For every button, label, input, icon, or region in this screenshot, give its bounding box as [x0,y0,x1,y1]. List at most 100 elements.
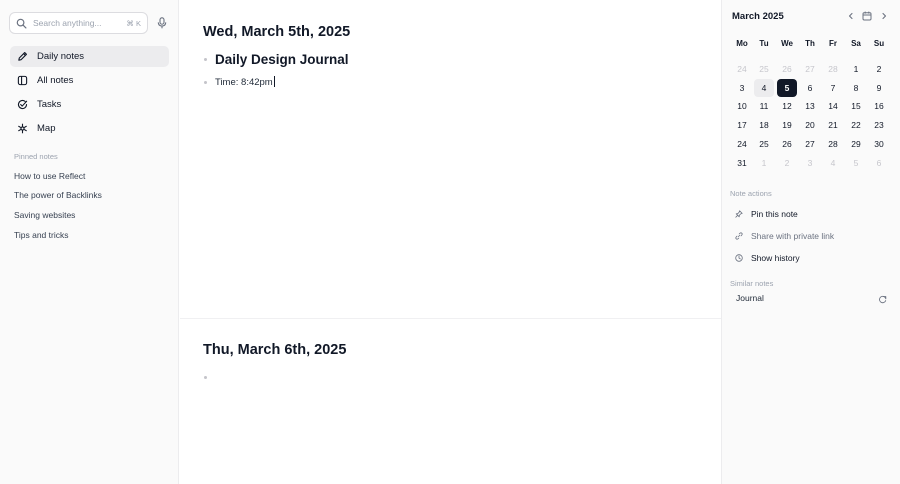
note-text-line[interactable]: Time: 8:42pm [215,76,275,88]
calendar-weekday-label: Th [805,39,815,48]
day-title: Wed, March 5th, 2025 [203,24,351,40]
calendar-day[interactable]: 2 [869,60,889,78]
calendar-day[interactable]: 21 [823,116,843,134]
pinned-note-link[interactable]: The power of Backlinks [14,190,102,200]
day-divider [180,318,721,319]
calendar-day[interactable]: 26 [777,135,797,153]
pin-note-button[interactable]: Pin this note [732,205,892,223]
similar-notes-heading: Similar notes [730,279,774,288]
pinned-note-link[interactable]: How to use Reflect [14,171,85,181]
calendar-day[interactable]: 27 [800,60,820,78]
calendar-weekday-label: We [781,39,793,48]
calendar-day[interactable]: 15 [846,97,866,115]
sidebar-item-label: Tasks [37,99,62,110]
calendar-icon [862,11,872,21]
pinned-note-link[interactable]: Saving websites [14,210,75,220]
calendar-weekday-label: Tu [759,39,769,48]
note-heading[interactable]: Daily Design Journal [215,52,349,67]
sidebar-item-label: Map [37,123,56,134]
action-label: Share with private link [751,231,835,241]
sidebar-item-all-notes[interactable]: All notes [10,70,169,91]
today-calendar-button[interactable] [861,10,873,22]
search-input[interactable]: Search anything... ⌘ K [9,12,148,34]
calendar-day[interactable]: 28 [823,60,843,78]
calendar-day[interactable]: 23 [869,116,889,134]
calendar-day[interactable]: 9 [869,79,889,97]
calendar-day[interactable]: 29 [846,135,866,153]
search-placeholder: Search anything... [33,18,102,28]
pin-icon [735,210,743,218]
calendar-day-selected[interactable]: 5 [777,79,797,97]
calendar-day[interactable]: 10 [732,97,752,115]
calendar-day[interactable]: 19 [777,116,797,134]
calendar-day-today[interactable]: 4 [754,79,774,97]
share-private-link-button[interactable]: Share with private link [732,227,892,245]
calendar-day[interactable]: 11 [754,97,774,115]
calendar-day[interactable]: 26 [777,60,797,78]
calendar-day[interactable]: 25 [754,60,774,78]
calendar-day[interactable]: 4 [823,154,843,172]
daily-notes-editor: Wed, March 5th, 2025 Daily Design Journa… [180,0,721,484]
map-graph-icon [18,123,27,134]
sidebar-item-daily-notes[interactable]: Daily notes [10,46,169,67]
calendar-day[interactable]: 7 [823,79,843,97]
calendar-day[interactable]: 6 [869,154,889,172]
pencil-icon [18,52,27,61]
calendar-day[interactable]: 20 [800,116,820,134]
sidebar-item-tasks[interactable]: Tasks [10,94,169,115]
text-cursor [273,76,275,87]
sidebar-item-label: Daily notes [37,51,84,62]
calendar-day[interactable]: 14 [823,97,843,115]
calendar-weekday-label: Su [873,39,885,48]
calendar-day[interactable]: 6 [800,79,820,97]
pinned-notes-heading: Pinned notes [14,152,58,161]
calendar-weekday-label: Fr [829,39,837,48]
bullet-point [204,58,207,61]
calendar-day[interactable]: 31 [732,154,752,172]
search-icon [16,18,27,28]
notes-icon [17,75,28,86]
pinned-note-link[interactable]: Tips and tricks [14,230,68,240]
action-label: Pin this note [751,209,798,219]
link-icon [735,232,743,240]
calendar-weekday-label: Sa [851,39,861,48]
similar-note-link[interactable]: Journal [736,293,764,303]
bullet-point [204,81,207,84]
calendar-day[interactable]: 13 [800,97,820,115]
clock-icon [735,254,743,262]
calendar-weekday-label: Mo [736,39,748,48]
calendar-day[interactable]: 2 [777,154,797,172]
action-label: Show history [751,253,800,263]
open-similar-note-button[interactable] [877,294,888,305]
search-shortcut-hint: ⌘ K [126,18,141,28]
bullet-point[interactable] [204,376,207,379]
calendar-day[interactable]: 28 [823,135,843,153]
calendar-day[interactable]: 17 [732,116,752,134]
calendar-day[interactable]: 30 [869,135,889,153]
calendar-day[interactable]: 3 [800,154,820,172]
calendar-day[interactable]: 8 [846,79,866,97]
sidebar-item-map[interactable]: Map [10,118,169,139]
previous-month-button[interactable] [845,10,857,22]
sidebar-item-label: All notes [37,75,74,86]
calendar-day[interactable]: 1 [754,154,774,172]
right-panel: March 2025 Mo Tu We Th Fr Sa Su 24 25 26 27 28 1 2 3 4 5… [721,0,900,484]
microphone-icon [157,17,167,29]
calendar-day[interactable]: 3 [732,79,752,97]
chevron-left-icon [848,12,853,20]
calendar-day[interactable]: 1 [846,60,866,78]
show-history-button[interactable]: Show history [732,249,892,267]
microphone-button[interactable] [154,15,170,31]
calendar-day[interactable]: 24 [732,60,752,78]
calendar-day[interactable]: 27 [800,135,820,153]
calendar-day[interactable]: 24 [732,135,752,153]
calendar-day[interactable]: 16 [869,97,889,115]
next-month-button[interactable] [878,10,890,22]
calendar-day[interactable]: 18 [754,116,774,134]
calendar-day[interactable]: 22 [846,116,866,134]
note-text: Time: 8:42pm [215,77,273,88]
calendar-day[interactable]: 5 [846,154,866,172]
day-title: Thu, March 6th, 2025 [203,342,347,358]
calendar-day[interactable]: 12 [777,97,797,115]
calendar-day[interactable]: 25 [754,135,774,153]
